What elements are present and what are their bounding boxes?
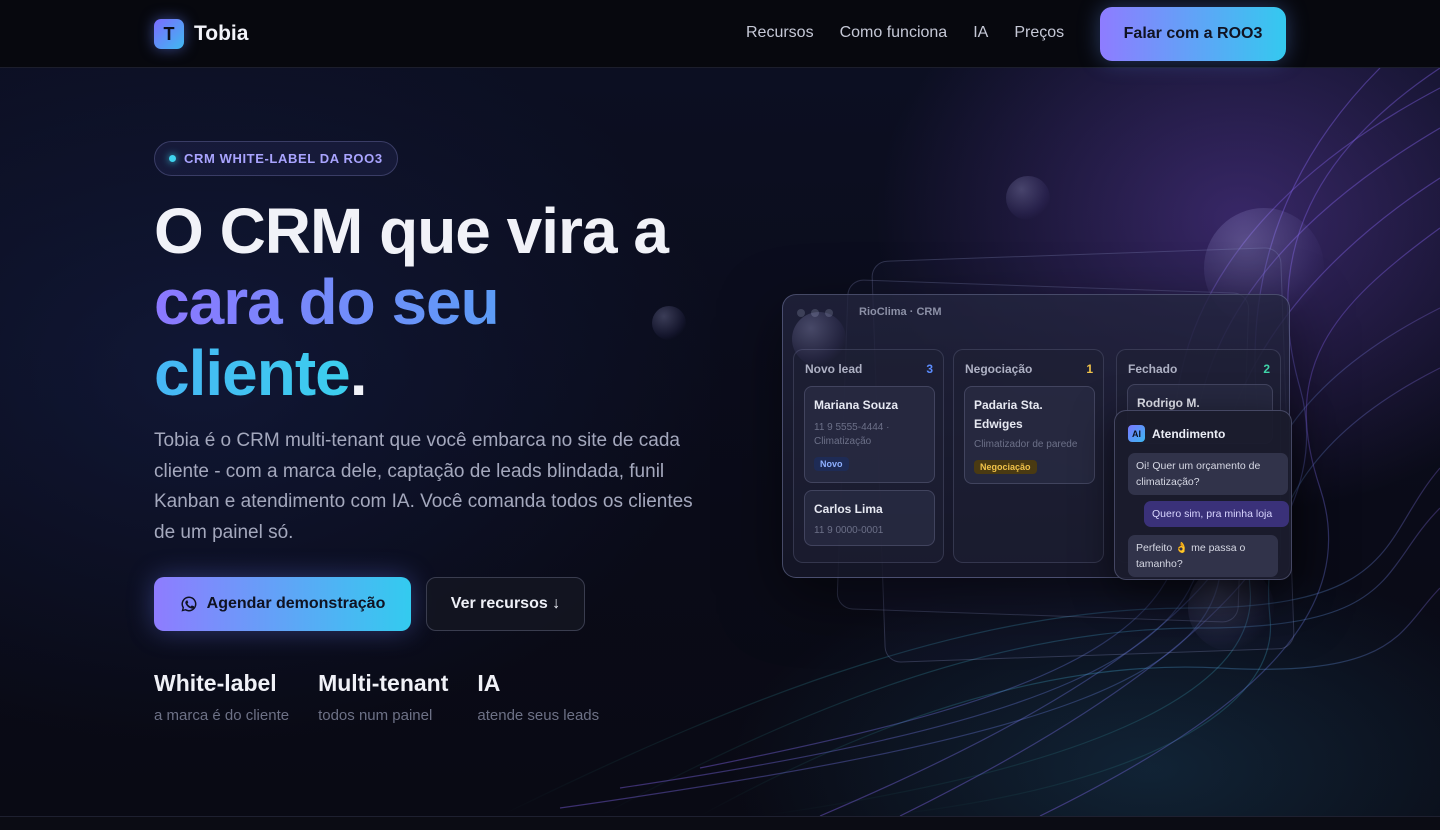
chat-message-user: Quero sim, pra minha loja xyxy=(1144,501,1289,527)
stat-title: Multi-tenant xyxy=(318,670,449,696)
column-title: Fechado xyxy=(1128,362,1178,376)
status-badge: Novo xyxy=(814,457,849,471)
stat-subtitle: atende seus leads xyxy=(477,707,600,724)
chat-message-bot: Oi! Quer um orçamento de climatização? xyxy=(1128,453,1288,495)
kanban-column-novo-lead: Novo lead 3 Mariana Souza 11 9 5555-4444… xyxy=(793,349,944,563)
lead-detail: Climatizador de parede xyxy=(974,439,1078,450)
stat-white-label: White-label a marca é do cliente xyxy=(154,670,289,724)
schedule-demo-label: Agendar demonstração xyxy=(206,595,386,612)
column-title: Negociação xyxy=(965,362,1033,376)
decorative-bubble xyxy=(652,306,686,340)
hero-badge: CRM WHITE-LABEL DA ROO3 xyxy=(154,141,398,176)
stat-ia: IA atende seus leads xyxy=(477,670,599,724)
brand-logo[interactable]: T Tobia xyxy=(154,19,248,49)
lead-name: Padaria Sta. Edwiges xyxy=(974,398,1043,431)
nav-link-como-funciona[interactable]: Como funciona xyxy=(840,24,948,42)
headline-line-3: cliente xyxy=(154,337,351,409)
nav-link-recursos[interactable]: Recursos xyxy=(746,24,814,42)
headline-line-1: O CRM que vira a xyxy=(154,195,669,267)
column-count: 2 xyxy=(1263,362,1270,376)
lead-phone: 11 9 0000-0001 xyxy=(814,525,884,536)
lead-name: Mariana Souza xyxy=(814,398,899,412)
hero-badge-label: CRM WHITE-LABEL DA ROO3 xyxy=(184,151,383,166)
top-navbar: T Tobia Recursos Como funciona IA Preços… xyxy=(0,0,1440,68)
stat-subtitle: todos num painel xyxy=(318,707,433,724)
stat-multi-tenant: Multi-tenant todos num painel xyxy=(318,670,448,724)
hero-headline: O CRM que vira a cara do seu cliente. xyxy=(154,196,754,409)
stat-title: White-label xyxy=(154,670,277,696)
lead-detail: Climatização xyxy=(814,436,872,447)
section-divider xyxy=(0,816,1440,830)
nav-link-precos[interactable]: Preços xyxy=(1014,24,1064,42)
see-features-button[interactable]: Ver recursos ↓ xyxy=(426,577,585,631)
status-badge: Negociação xyxy=(974,460,1037,474)
window-title: RioClima · CRM xyxy=(859,306,942,318)
ai-icon: AI xyxy=(1128,425,1145,442)
decorative-bubble xyxy=(792,312,846,366)
headline-line-2: cara do seu xyxy=(154,266,500,338)
chat-header: AI Atendimento xyxy=(1128,425,1225,442)
whatsapp-icon xyxy=(181,596,197,612)
decorative-bubble xyxy=(1006,176,1050,220)
schedule-demo-button[interactable]: Agendar demonstração xyxy=(154,577,411,631)
lead-card[interactable]: Padaria Sta. Edwiges Climatizador de par… xyxy=(964,386,1095,484)
hero-stats: White-label a marca é do cliente Multi-t… xyxy=(154,670,628,724)
lead-name: Carlos Lima xyxy=(814,502,883,516)
chat-message-bot: Perfeito 👌 me passa o tamanho? xyxy=(1128,535,1278,577)
lead-phone: 11 9 5555-4444 · xyxy=(814,422,890,433)
nav-links: Recursos Como funciona IA Preços xyxy=(746,24,1064,42)
column-count: 3 xyxy=(926,362,933,376)
stat-title: IA xyxy=(477,670,501,696)
hero-description: Tobia é o CRM multi-tenant que você emba… xyxy=(154,430,693,543)
ai-chat-widget: AI Atendimento Oi! Quer um orçamento de … xyxy=(1114,410,1292,580)
chat-title: Atendimento xyxy=(1152,426,1226,441)
headline-period: . xyxy=(349,337,368,409)
brand-name: Tobia xyxy=(194,22,249,45)
lead-card[interactable]: Mariana Souza 11 9 5555-4444 · Climatiza… xyxy=(804,386,935,483)
logo-mark-icon: T xyxy=(154,19,184,49)
nav-link-ia[interactable]: IA xyxy=(973,24,988,42)
badge-dot-icon xyxy=(169,155,176,162)
lead-card[interactable]: Carlos Lima 11 9 0000-0001 xyxy=(804,490,935,546)
column-count: 1 xyxy=(1086,362,1093,376)
contact-roo3-button[interactable]: Falar com a ROO3 xyxy=(1100,7,1286,61)
stat-subtitle: a marca é do cliente xyxy=(154,707,290,724)
kanban-column-negociacao: Negociação 1 Padaria Sta. Edwiges Climat… xyxy=(953,349,1104,563)
